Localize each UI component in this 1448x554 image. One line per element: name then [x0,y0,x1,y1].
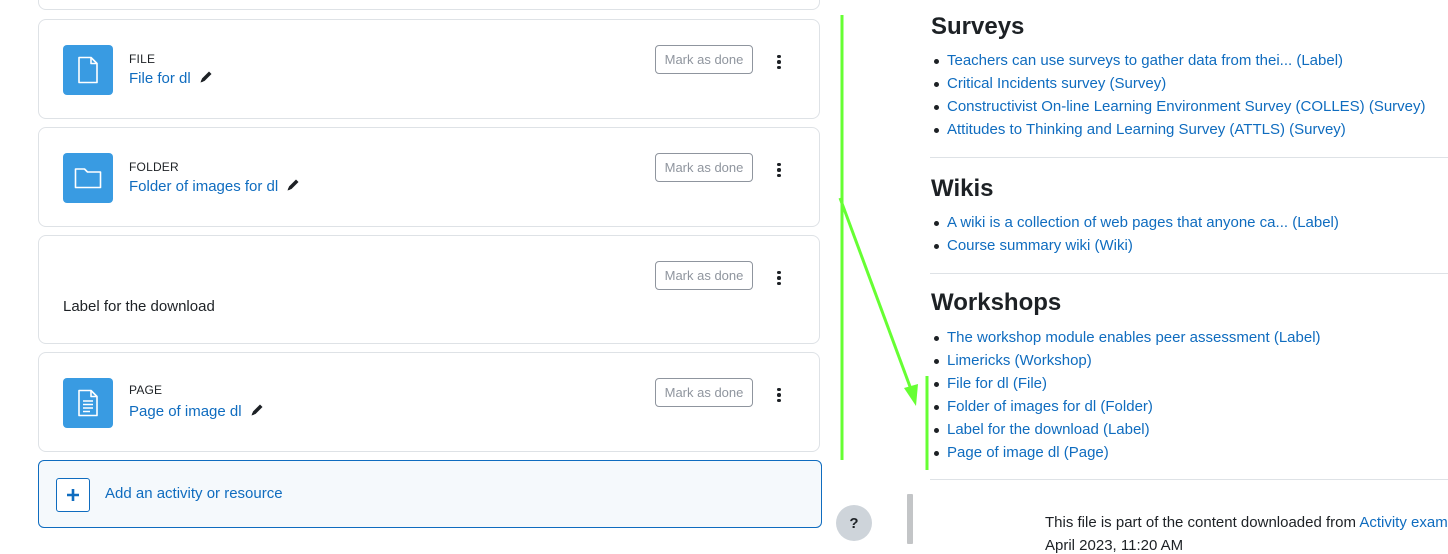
activity-link-folder[interactable]: Folder of images for dl [129,178,300,196]
section-wikis: Wikis A wiki is a collection of web page… [930,160,1448,275]
list-item-link[interactable]: Constructivist On-line Learning Environm… [947,98,1426,115]
footer-source-link[interactable]: Activity examp [1359,514,1448,531]
list-item-link[interactable]: Limericks (Workshop) [947,352,1092,369]
list-item-link[interactable]: Course summary wiki (Wiki) [947,237,1133,254]
list-item-link[interactable]: Page of image dl (Page) [947,444,1109,461]
activity-type: PAGE [129,383,163,397]
list-item-link[interactable]: File for dl (File) [947,375,1047,392]
activity-card-label: Label for the download Mark as done [38,235,820,344]
list-item: File for dl (File) [930,372,1321,395]
activity-card-page: PAGE Page of image dl Mark as done [38,352,820,452]
list-item: Attitudes to Thinking and Learning Surve… [930,118,1426,141]
list-item-link[interactable]: Label for the download (Label) [947,421,1150,438]
scrollbar[interactable] [907,494,913,544]
activity-card-file: FILE File for dl Mark as done [38,19,820,119]
list-item-link[interactable]: Teachers can use surveys to gather data … [947,52,1343,69]
section-divider [930,273,1448,274]
more-actions-icon[interactable] [773,51,785,73]
activity-card-previous [38,0,820,10]
more-actions-icon[interactable] [773,267,785,289]
list-item-link[interactable]: Critical Incidents survey (Survey) [947,75,1166,92]
list-item: Teachers can use surveys to gather data … [930,49,1426,72]
folder-icon [63,153,113,203]
page-icon [63,378,113,428]
more-actions-icon[interactable] [773,159,785,181]
edit-pencil-icon[interactable] [286,178,300,196]
section-divider [930,157,1448,158]
section-items: Teachers can use surveys to gather data … [930,49,1426,141]
activity-name[interactable]: Folder of images for dl [129,178,278,195]
section-items: A wiki is a collection of web pages that… [930,211,1339,257]
list-item: Limericks (Workshop) [930,349,1321,372]
list-item-link[interactable]: A wiki is a collection of web pages that… [947,214,1339,231]
list-item: Label for the download (Label) [930,418,1321,441]
list-item: The workshop module enables peer assessm… [930,326,1321,349]
activity-name[interactable]: File for dl [129,70,191,87]
add-activity-button[interactable]: Add an activity or resource [38,460,822,528]
activity-link-file[interactable]: File for dl [129,70,213,88]
activity-type: FOLDER [129,160,179,174]
list-item-link[interactable]: Attitudes to Thinking and Learning Surve… [947,121,1346,138]
mark-as-done-button[interactable]: Mark as done [655,261,753,290]
annotation-arrowhead [904,384,918,406]
section-title: Surveys [931,13,1025,40]
list-item: Critical Incidents survey (Survey) [930,72,1426,95]
add-activity-label: Add an activity or resource [105,485,283,502]
mark-as-done-button[interactable]: Mark as done [655,378,753,407]
file-icon [63,45,113,95]
section-title: Wikis [931,175,994,202]
edit-pencil-icon[interactable] [250,403,264,421]
plus-icon [56,478,90,512]
mark-as-done-button[interactable]: Mark as done [655,45,753,74]
list-item: Folder of images for dl (Folder) [930,395,1321,418]
section-divider [930,479,1448,480]
list-item: Constructivist On-line Learning Environm… [930,95,1426,118]
section-workshops: Workshops The workshop module enables pe… [930,275,1448,480]
footer-date: April 2023, 11:20 AM [1045,537,1184,554]
annotation-arrow-shaft [838,197,914,393]
activity-link-page[interactable]: Page of image dl [129,403,264,421]
edit-pencil-icon[interactable] [199,70,213,88]
footer-text: This file is part of the content downloa… [1045,514,1360,531]
list-item: Page of image dl (Page) [930,441,1321,464]
label-text: Label for the download [63,298,215,315]
list-item-link[interactable]: Folder of images for dl (Folder) [947,398,1153,415]
more-actions-icon[interactable] [773,384,785,406]
activity-name[interactable]: Page of image dl [129,403,242,420]
list-item: Course summary wiki (Wiki) [930,234,1339,257]
section-items: The workshop module enables peer assessm… [930,326,1321,464]
mark-as-done-button[interactable]: Mark as done [655,153,753,182]
activity-card-folder: FOLDER Folder of images for dl Mark as d… [38,127,820,227]
section-title: Workshops [931,289,1062,316]
footer-note: This file is part of the content downloa… [1045,514,1448,531]
list-item-link[interactable]: The workshop module enables peer assessm… [947,329,1321,346]
activity-type: FILE [129,52,156,66]
help-button[interactable]: ? [836,505,872,541]
list-item: A wiki is a collection of web pages that… [930,211,1339,234]
section-surveys: Surveys Teachers can use surveys to gath… [930,0,1448,160]
